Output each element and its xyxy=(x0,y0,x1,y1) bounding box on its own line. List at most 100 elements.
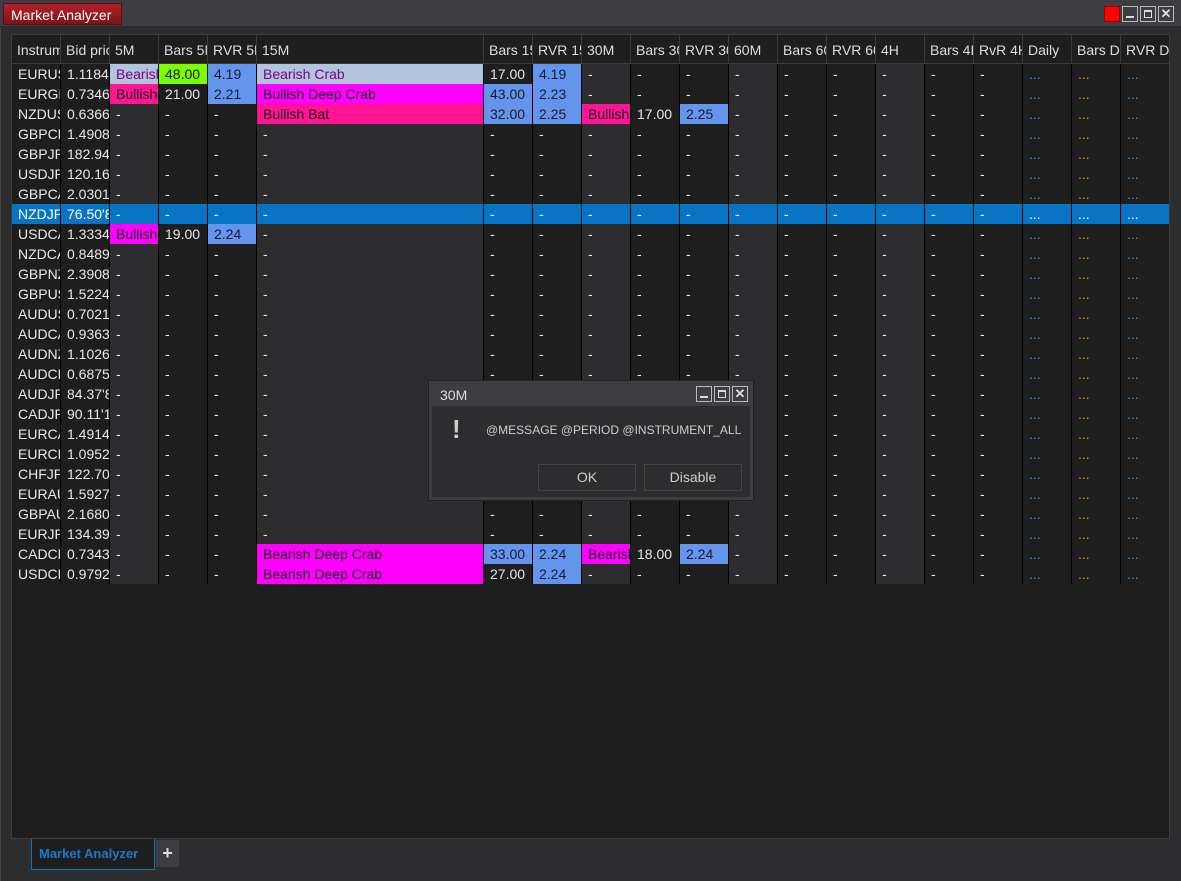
signal-cell[interactable]: - xyxy=(582,144,631,164)
signal-cell[interactable]: - xyxy=(533,304,582,324)
pending-cell[interactable]: ... xyxy=(1121,244,1169,264)
bid-price-cell[interactable]: 1.0952 xyxy=(61,444,110,464)
instrument-cell[interactable]: GBPUSD xyxy=(12,284,61,304)
signal-cell[interactable]: - xyxy=(827,184,876,204)
pending-cell[interactable]: ... xyxy=(1121,404,1169,424)
signal-cell[interactable]: - xyxy=(484,504,533,524)
signal-cell[interactable]: - xyxy=(159,344,208,364)
signal-cell[interactable]: - xyxy=(876,324,925,344)
pending-cell[interactable]: ... xyxy=(1023,164,1072,184)
signal-cell[interactable]: - xyxy=(208,164,257,184)
signal-cell[interactable]: - xyxy=(876,504,925,524)
signal-cell[interactable]: - xyxy=(159,124,208,144)
signal-cell[interactable]: - xyxy=(159,544,208,564)
signal-cell[interactable]: - xyxy=(778,464,827,484)
signal-cell[interactable]: - xyxy=(876,144,925,164)
column-header[interactable]: 5M xyxy=(110,35,159,63)
pending-cell[interactable]: ... xyxy=(1023,384,1072,404)
signal-cell[interactable]: - xyxy=(827,364,876,384)
table-row[interactable]: GBPCAD2.0301---------------......... xyxy=(12,184,1169,204)
signal-cell[interactable]: - xyxy=(582,184,631,204)
signal-cell[interactable]: - xyxy=(159,564,208,584)
signal-cell[interactable]: - xyxy=(110,484,159,504)
column-header[interactable]: Bars 60M xyxy=(778,35,827,63)
signal-cell[interactable]: - xyxy=(110,324,159,344)
signal-cell[interactable]: - xyxy=(729,224,778,244)
pending-cell[interactable]: ... xyxy=(1121,344,1169,364)
pending-cell[interactable]: ... xyxy=(1072,304,1121,324)
signal-cell[interactable]: - xyxy=(208,124,257,144)
signal-cell[interactable]: - xyxy=(876,544,925,564)
bid-price-cell[interactable]: 0.7346 xyxy=(61,84,110,104)
bid-price-cell[interactable]: 1.1184 xyxy=(61,64,110,84)
signal-cell[interactable]: - xyxy=(876,344,925,364)
signal-cell[interactable]: - xyxy=(208,364,257,384)
signal-cell[interactable]: - xyxy=(778,544,827,564)
signal-cell[interactable]: - xyxy=(925,124,974,144)
signal-cell[interactable]: - xyxy=(110,184,159,204)
signal-cell[interactable]: - xyxy=(876,84,925,104)
pending-cell[interactable]: ... xyxy=(1023,284,1072,304)
signal-cell[interactable]: - xyxy=(680,284,729,304)
signal-cell[interactable]: - xyxy=(876,204,925,224)
signal-cell[interactable]: - xyxy=(484,244,533,264)
column-header[interactable]: 4H xyxy=(876,35,925,63)
add-tab-button[interactable]: + xyxy=(156,840,179,867)
signal-cell[interactable]: - xyxy=(484,124,533,144)
signal-cell[interactable]: - xyxy=(159,324,208,344)
signal-cell[interactable]: - xyxy=(484,224,533,244)
ok-button[interactable]: OK xyxy=(538,464,636,491)
signal-cell[interactable]: - xyxy=(533,244,582,264)
column-header[interactable]: Bid price xyxy=(61,35,110,63)
pending-cell[interactable]: ... xyxy=(1121,464,1169,484)
column-header[interactable]: RvR 4H xyxy=(974,35,1023,63)
signal-cell[interactable]: - xyxy=(974,144,1023,164)
pending-cell[interactable]: ... xyxy=(1121,304,1169,324)
pending-cell[interactable]: ... xyxy=(1072,424,1121,444)
signal-cell[interactable]: - xyxy=(876,304,925,324)
signal-cell[interactable]: - xyxy=(159,264,208,284)
pending-cell[interactable]: ... xyxy=(1121,204,1169,224)
signal-cell[interactable]: - xyxy=(729,564,778,584)
signal-cell[interactable]: - xyxy=(974,284,1023,304)
signal-cell[interactable]: - xyxy=(827,544,876,564)
signal-cell[interactable]: - xyxy=(208,144,257,164)
signal-cell[interactable]: - xyxy=(631,504,680,524)
pending-cell[interactable]: ... xyxy=(1023,544,1072,564)
signal-cell[interactable]: - xyxy=(159,104,208,124)
signal-cell[interactable]: - xyxy=(582,564,631,584)
tab-market-analyzer[interactable]: Market Analyzer xyxy=(31,839,155,870)
signal-cell[interactable]: - xyxy=(778,504,827,524)
instrument-cell[interactable]: AUDCAD xyxy=(12,324,61,344)
signal-cell[interactable]: - xyxy=(582,284,631,304)
signal-cell[interactable]: - xyxy=(827,524,876,544)
pending-cell[interactable]: ... xyxy=(1023,504,1072,524)
column-header[interactable]: RVR 5M xyxy=(208,35,257,63)
pending-cell[interactable]: ... xyxy=(1072,404,1121,424)
pending-cell[interactable]: ... xyxy=(1023,264,1072,284)
signal-cell[interactable]: - xyxy=(729,124,778,144)
bid-price-cell[interactable]: 0.7021 xyxy=(61,304,110,324)
pending-cell[interactable]: ... xyxy=(1072,444,1121,464)
signal-cell[interactable]: - xyxy=(729,244,778,264)
pending-cell[interactable]: ... xyxy=(1072,284,1121,304)
signal-cell[interactable]: - xyxy=(925,104,974,124)
table-row[interactable]: USDCAD1.3334Bullish19.002.24------------… xyxy=(12,224,1169,244)
signal-cell[interactable]: - xyxy=(925,564,974,584)
signal-cell[interactable]: - xyxy=(778,564,827,584)
signal-cell[interactable]: - xyxy=(208,404,257,424)
column-header[interactable]: Bars 15M xyxy=(484,35,533,63)
table-row[interactable]: GBPAUD2.1680---------------......... xyxy=(12,504,1169,524)
signal-cell[interactable]: - xyxy=(974,364,1023,384)
signal-cell[interactable]: - xyxy=(827,264,876,284)
table-row[interactable]: NZDUSD0.6366---Bullish Bat32.002.25Bulli… xyxy=(12,104,1169,124)
signal-cell[interactable]: - xyxy=(582,304,631,324)
signal-cell[interactable]: Bearish Deep Crab xyxy=(257,564,484,584)
signal-cell[interactable]: - xyxy=(876,284,925,304)
signal-cell[interactable]: - xyxy=(729,304,778,324)
instrument-cell[interactable]: NZDJPY xyxy=(12,204,61,224)
pending-cell[interactable]: ... xyxy=(1121,384,1169,404)
bid-price-cell[interactable]: 1.3334 xyxy=(61,224,110,244)
table-row[interactable]: USDCHF0.9792---Bearish Deep Crab27.002.2… xyxy=(12,564,1169,584)
column-header[interactable]: RVR 15M xyxy=(533,35,582,63)
